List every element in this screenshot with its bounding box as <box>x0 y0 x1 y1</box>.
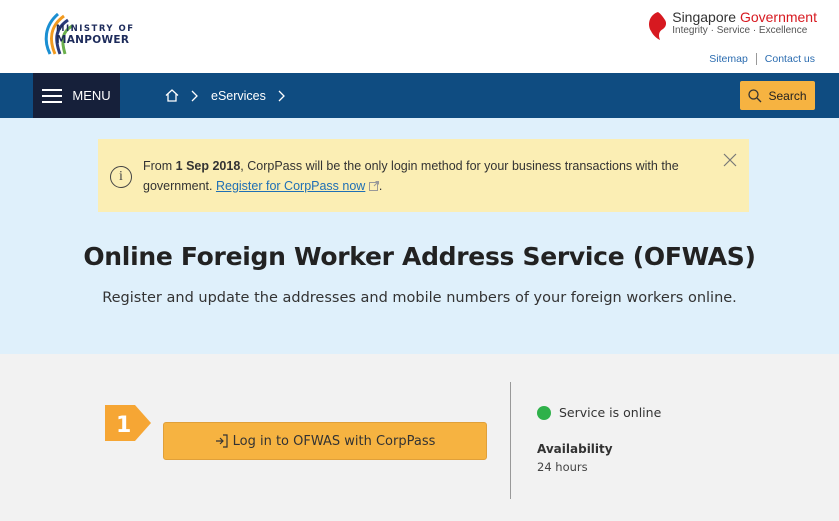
gov-title: Singapore Government <box>672 10 817 25</box>
gov-title-prefix: Singapore <box>672 9 737 25</box>
status-text: Service is online <box>559 405 662 420</box>
page-subtitle: Register and update the addresses and mo… <box>102 290 737 306</box>
notice-date: 1 Sep 2018 <box>175 159 241 173</box>
service-status: Service is online <box>537 405 661 420</box>
availability-value: 24 hours <box>537 460 588 474</box>
close-icon[interactable] <box>723 152 737 171</box>
search-label: Search <box>768 88 807 103</box>
notice-text: From 1 Sep 2018, CorpPass will be the on… <box>143 156 723 196</box>
chevron-right-icon <box>278 90 285 101</box>
notice-text-prefix: From <box>143 159 176 173</box>
step-number: 1 <box>116 413 131 438</box>
utility-links: Sitemap Contact us <box>709 53 815 65</box>
availability-label: Availability <box>537 442 613 456</box>
info-icon: i <box>110 166 132 188</box>
search-button[interactable]: Search <box>740 81 815 110</box>
sg-gov-logo[interactable]: Singapore Government Integrity · Service… <box>649 10 817 40</box>
logo-line2: MANPOWER <box>56 34 130 46</box>
menu-button[interactable]: MENU <box>33 73 120 118</box>
main-navbar: MENU eServices <box>0 73 839 118</box>
mom-logo-text: MINISTRY OF MANPOWER <box>56 24 135 46</box>
register-corppass-link[interactable]: Register for CorpPass now <box>216 179 365 193</box>
link-separator <box>755 53 757 65</box>
notice-text-suffix: . <box>378 179 383 193</box>
login-label: Log in to OFWAS with CorpPass <box>232 433 436 449</box>
gov-title-suffix: Government <box>739 9 817 25</box>
chevron-right-icon <box>191 90 198 101</box>
login-icon <box>215 434 228 448</box>
vertical-divider <box>510 382 511 499</box>
menu-label: MENU <box>72 88 111 103</box>
external-link-icon <box>368 181 379 191</box>
status-dot-icon <box>537 405 551 420</box>
breadcrumb-eservices[interactable]: eServices <box>211 89 266 103</box>
site-header: MINISTRY OF MANPOWER Singapore Governmen… <box>0 0 839 73</box>
home-icon[interactable] <box>165 89 179 102</box>
gov-tagline: Integrity · Service · Excellence <box>672 25 808 36</box>
sitemap-link[interactable]: Sitemap <box>709 53 748 65</box>
page-title: Online Foreign Worker Address Service (O… <box>83 242 756 271</box>
contact-us-link[interactable]: Contact us <box>765 53 815 65</box>
search-icon <box>748 88 762 102</box>
lion-head-icon <box>649 12 667 40</box>
breadcrumb: eServices <box>165 73 286 118</box>
step-arrow-icon: 1 <box>105 405 151 441</box>
hamburger-icon <box>42 88 63 103</box>
login-corppass-button[interactable]: Log in to OFWAS with CorpPass <box>163 422 487 460</box>
